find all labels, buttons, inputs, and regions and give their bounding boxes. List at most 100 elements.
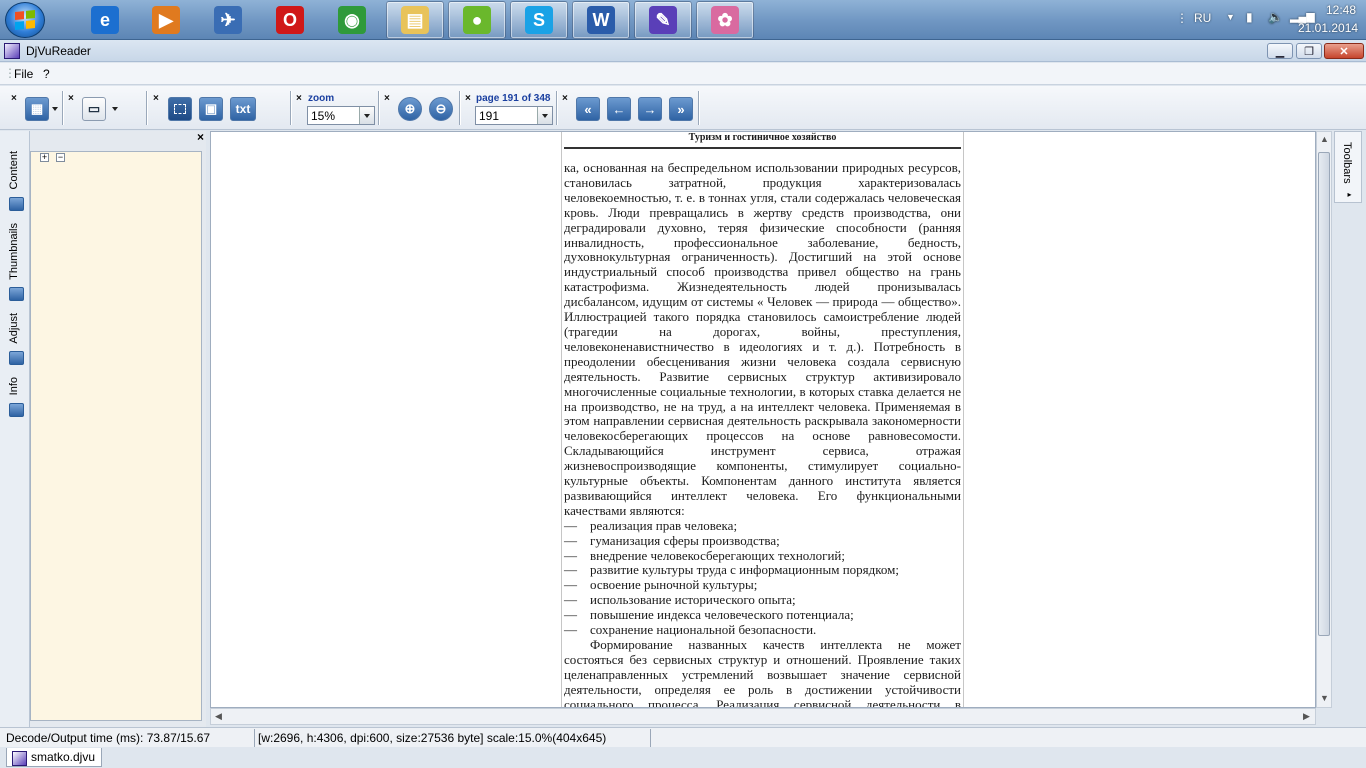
document-view[interactable]: Туризм и гостиничное хозяйство ка, основ… xyxy=(210,131,1316,708)
toolbar-group-close[interactable]: × xyxy=(68,93,74,104)
zoom-in-icon: ⊕ xyxy=(404,101,416,116)
toolbar-group-close[interactable]: × xyxy=(296,93,302,104)
page-view-dropdown-icon[interactable] xyxy=(112,107,118,111)
info-icon[interactable] xyxy=(9,403,24,417)
taskbar-app-button[interactable]: ● xyxy=(448,1,506,39)
layout-mode-button[interactable]: ▦ xyxy=(25,97,49,121)
select-text-button[interactable]: txt xyxy=(230,97,256,121)
minimize-button[interactable]: ▁ xyxy=(1267,43,1293,59)
taskbar-app-button[interactable]: S xyxy=(510,1,568,39)
content-icon[interactable] xyxy=(9,197,24,211)
zoom-value: 15% xyxy=(311,108,336,123)
zoom-dropdown-icon[interactable] xyxy=(359,107,374,124)
next-page-button[interactable]: → xyxy=(638,97,662,121)
zoom-in-button[interactable]: ⊕ xyxy=(398,97,422,121)
scroll-left-icon[interactable]: ◀ xyxy=(215,711,222,722)
last-page-icon: » xyxy=(677,101,685,117)
toolbar-separator xyxy=(698,91,700,125)
layout-icon: ▦ xyxy=(30,101,44,116)
select-image-button[interactable]: ▣ xyxy=(199,97,223,121)
menu-bar: ⋮ File ? xyxy=(0,63,1366,85)
zoom-select[interactable]: 15% xyxy=(307,106,375,125)
windows-logo-icon xyxy=(15,9,35,31)
toolbar-group-close[interactable]: × xyxy=(562,93,568,104)
list-item: реализация прав человека; xyxy=(564,518,961,534)
tab-thumbnails[interactable]: Thumbnails xyxy=(8,223,20,280)
vertical-scroll-thumb[interactable] xyxy=(1318,152,1330,636)
clock-date[interactable]: 21.01.2014 xyxy=(1298,21,1358,35)
toolbar: × ▦ × ▭ × ▣ txt × zoom 15% × ⊕ ⊖ × page … xyxy=(0,86,1366,130)
toolbar-group-close[interactable]: × xyxy=(465,93,471,104)
zoom-out-button[interactable]: ⊖ xyxy=(429,97,453,121)
sidebar-tab-strip: Content Thumbnails Adjust Info xyxy=(0,131,30,727)
toolbar-separator xyxy=(459,91,461,125)
vertical-scrollbar[interactable]: ▲ ▼ xyxy=(1316,131,1332,708)
list-item: внедрение человекосберегающих технологий… xyxy=(564,548,961,564)
taskbar-app-button[interactable]: ✿ xyxy=(696,1,754,39)
taskbar-app-button[interactable]: e xyxy=(76,1,134,39)
file-tab[interactable]: smatko.djvu xyxy=(6,748,103,767)
toolbar-group-close[interactable]: × xyxy=(384,93,390,104)
toolbar-group-close[interactable]: × xyxy=(11,93,17,104)
volume-icon[interactable]: 🔈 xyxy=(1268,10,1283,24)
zoom-label: zoom xyxy=(308,93,335,104)
menu-file[interactable]: File xyxy=(14,67,33,81)
text-tool-label: txt xyxy=(235,102,251,116)
right-dock-area xyxy=(1332,203,1366,727)
djvureader-app-icon[interactable] xyxy=(4,43,20,59)
toolbar-separator xyxy=(290,91,292,125)
first-page-button[interactable]: « xyxy=(576,97,600,121)
scroll-up-icon[interactable]: ▲ xyxy=(1320,134,1329,144)
selection-rectangle-icon xyxy=(174,104,186,114)
panel-close-button[interactable]: × xyxy=(197,130,204,144)
page-number-value: 191 xyxy=(479,108,500,123)
layout-dropdown-icon[interactable] xyxy=(52,107,58,111)
usb-device-icon[interactable]: ▮ xyxy=(1246,10,1253,24)
taskbar-app-button[interactable]: ◉ xyxy=(323,1,381,39)
page-view-button[interactable]: ▭ xyxy=(82,97,106,121)
last-page-button[interactable]: » xyxy=(669,97,693,121)
taskbar-app-button[interactable]: W xyxy=(572,1,630,39)
language-indicator[interactable]: RU xyxy=(1194,11,1211,25)
previous-page-button[interactable]: ← xyxy=(607,97,631,121)
select-region-button[interactable] xyxy=(168,97,192,121)
taskbar-app-button[interactable]: ▶ xyxy=(137,1,195,39)
green-ball-icon: ● xyxy=(463,6,491,34)
menu-help[interactable]: ? xyxy=(43,67,50,81)
document-page[interactable]: Туризм и гостиничное хозяйство ка, основ… xyxy=(561,132,964,707)
clock-time[interactable]: 12:48 xyxy=(1326,3,1356,17)
content-tree[interactable] xyxy=(30,151,202,721)
restore-button[interactable]: ❐ xyxy=(1296,43,1322,59)
tab-info[interactable]: Info xyxy=(8,377,20,395)
taskbar-app-button[interactable]: ✎ xyxy=(634,1,692,39)
taskbar-app-button[interactable]: ▤ xyxy=(386,1,444,39)
file-tab-bar: smatko.djvu xyxy=(0,747,1366,768)
toolbar-group-close[interactable]: × xyxy=(153,93,159,104)
thumbnails-icon[interactable] xyxy=(9,287,24,301)
toolbars-tab[interactable]: Toolbars ▸ xyxy=(1334,131,1362,203)
window-title: DjVuReader xyxy=(26,44,91,58)
horizontal-scrollbar[interactable]: ◀ ▶ xyxy=(210,708,1316,725)
arrow-right-icon: → xyxy=(643,101,657,117)
file-explorer-icon: ▤ xyxy=(401,6,429,34)
scroll-right-icon[interactable]: ▶ xyxy=(1303,711,1310,722)
start-button[interactable] xyxy=(5,2,45,38)
expand-all-icon[interactable]: + xyxy=(40,153,49,162)
scroll-down-icon[interactable]: ▼ xyxy=(1320,693,1329,703)
page-dropdown-icon[interactable] xyxy=(537,107,552,124)
toolbar-separator xyxy=(378,91,380,125)
page-icon: ▭ xyxy=(87,101,101,116)
list-item: освоение рыночной культуры; xyxy=(564,577,961,593)
close-icon: ✕ xyxy=(1339,45,1349,58)
taskbar-app-button[interactable]: ✈ xyxy=(199,1,257,39)
list-item: использование исторического опыта; xyxy=(564,592,961,608)
bullet-list: реализация прав человека;гуманизация сфе… xyxy=(564,518,961,638)
tab-adjust[interactable]: Adjust xyxy=(8,313,20,344)
close-button[interactable]: ✕ xyxy=(1324,43,1364,59)
collapse-all-icon[interactable]: − xyxy=(56,153,65,162)
taskbar-app-button[interactable]: O xyxy=(261,1,319,39)
adjust-wrench-icon[interactable] xyxy=(9,351,24,365)
tray-expand-icon[interactable]: ▼ xyxy=(1226,12,1235,22)
page-select[interactable]: 191 xyxy=(475,106,553,125)
tab-content[interactable]: Content xyxy=(8,151,20,190)
